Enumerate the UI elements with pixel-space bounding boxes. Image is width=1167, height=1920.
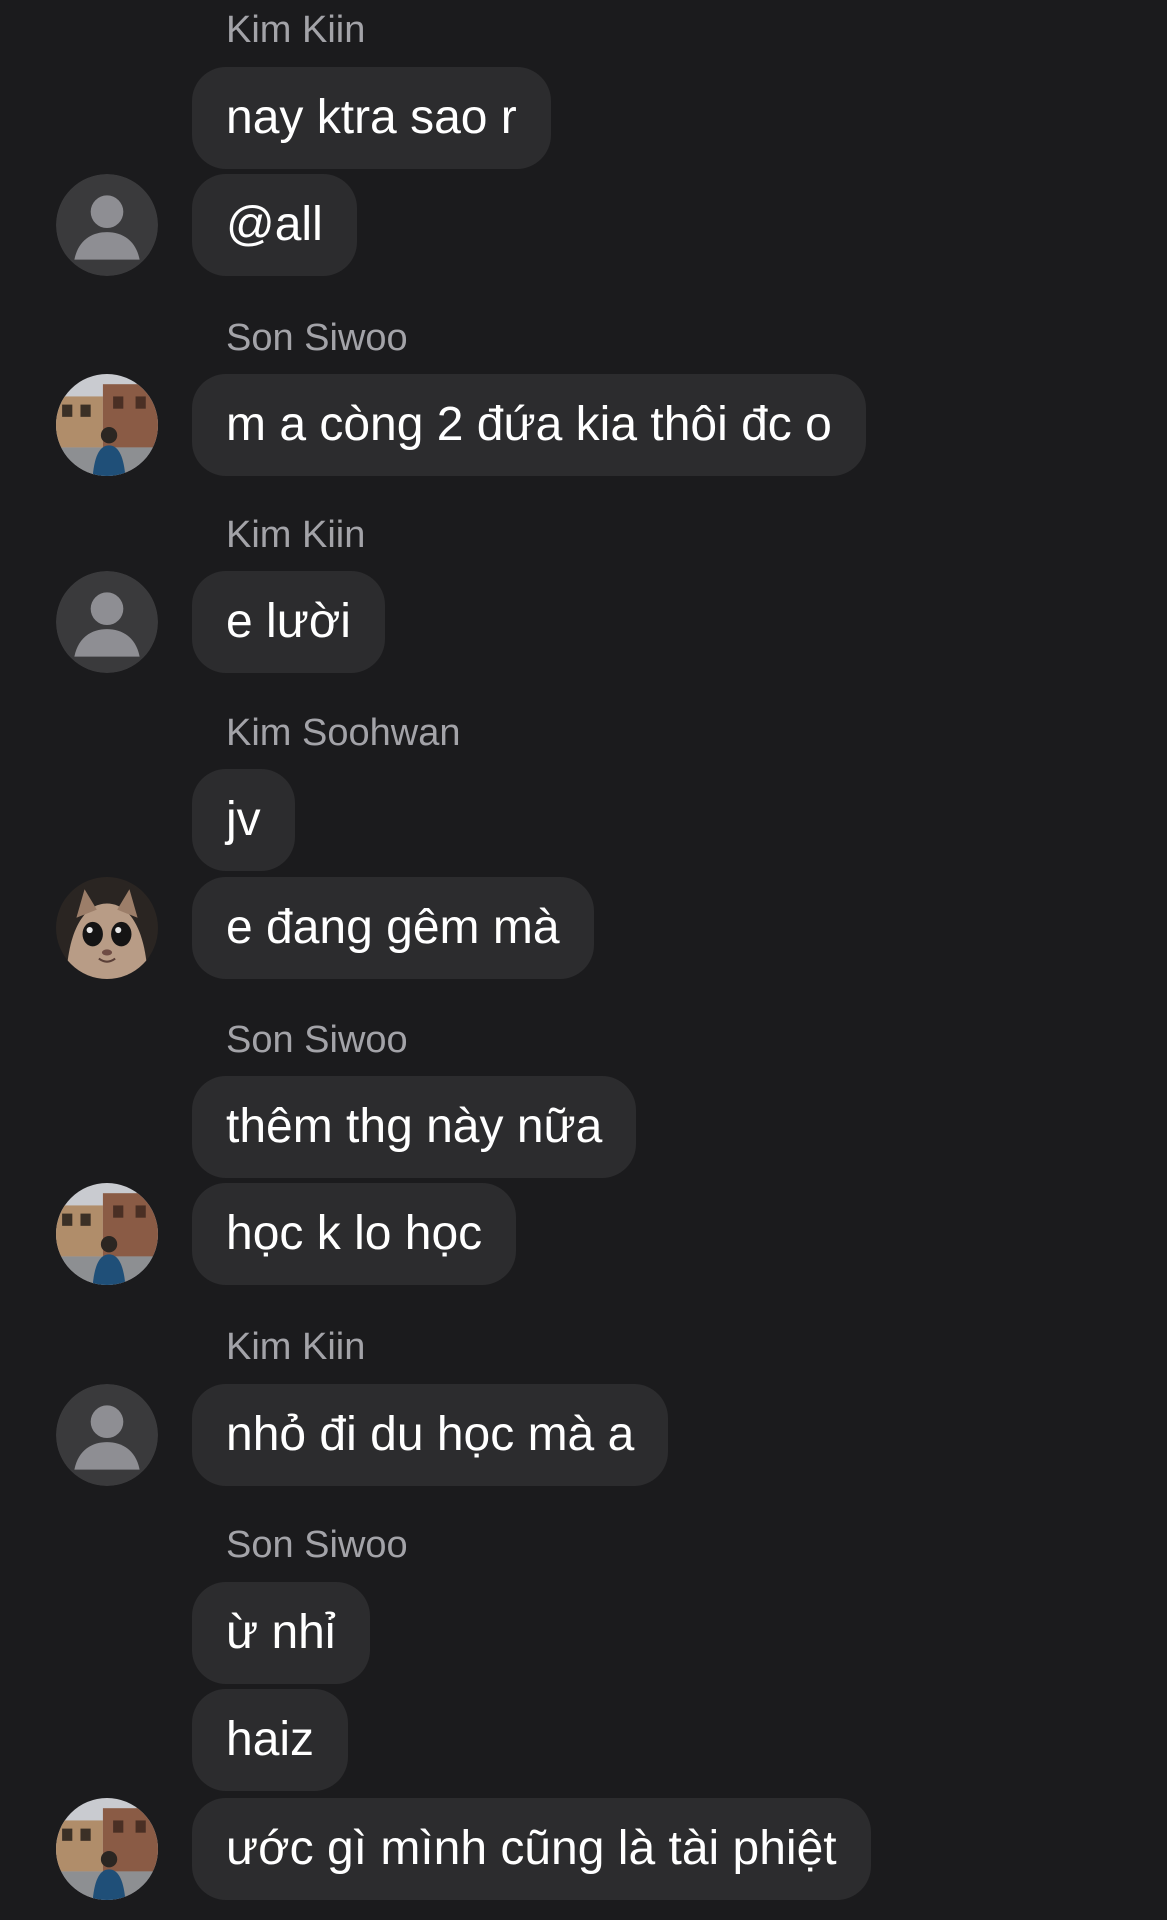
message-bubble[interactable]: nhỏ đi du học mà a [192, 1384, 669, 1486]
default-person-icon[interactable] [56, 1384, 158, 1486]
message-bubble[interactable]: haiz [192, 1689, 349, 1791]
street-photo-avatar[interactable] [56, 1183, 158, 1285]
sender-name: Kim Soohwan [226, 712, 461, 754]
message-bubble[interactable]: @all [192, 174, 357, 276]
sender-name: Son Siwoo [226, 317, 408, 359]
message-bubble[interactable]: nay ktra sao r [192, 67, 551, 169]
message-bubble[interactable]: thêm thg này nữa [192, 1076, 637, 1178]
message-bubble[interactable]: e lười [192, 571, 385, 673]
message-bubble[interactable]: ước gì mình cũng là tài phiệt [192, 1798, 871, 1900]
default-person-icon[interactable] [56, 174, 158, 276]
sender-name: Son Siwoo [226, 1019, 408, 1061]
default-person-icon[interactable] [56, 571, 158, 673]
street-photo-avatar[interactable] [56, 1798, 158, 1900]
sender-name: Kim Kiin [226, 514, 366, 556]
message-bubble[interactable]: học k lo học [192, 1183, 517, 1285]
street-photo-avatar[interactable] [56, 374, 158, 476]
message-bubble[interactable]: m a còng 2 đứa kia thôi đc o [192, 374, 866, 476]
sender-name: Son Siwoo [226, 1524, 408, 1566]
message-bubble[interactable]: jv [192, 769, 295, 871]
sender-name: Kim Kiin [226, 9, 366, 51]
message-bubble[interactable]: e đang gêm mà [192, 877, 594, 979]
sender-name: Kim Kiin [226, 1326, 366, 1368]
message-bubble[interactable]: ừ nhỉ [192, 1582, 370, 1684]
cat-avatar[interactable] [56, 877, 158, 979]
